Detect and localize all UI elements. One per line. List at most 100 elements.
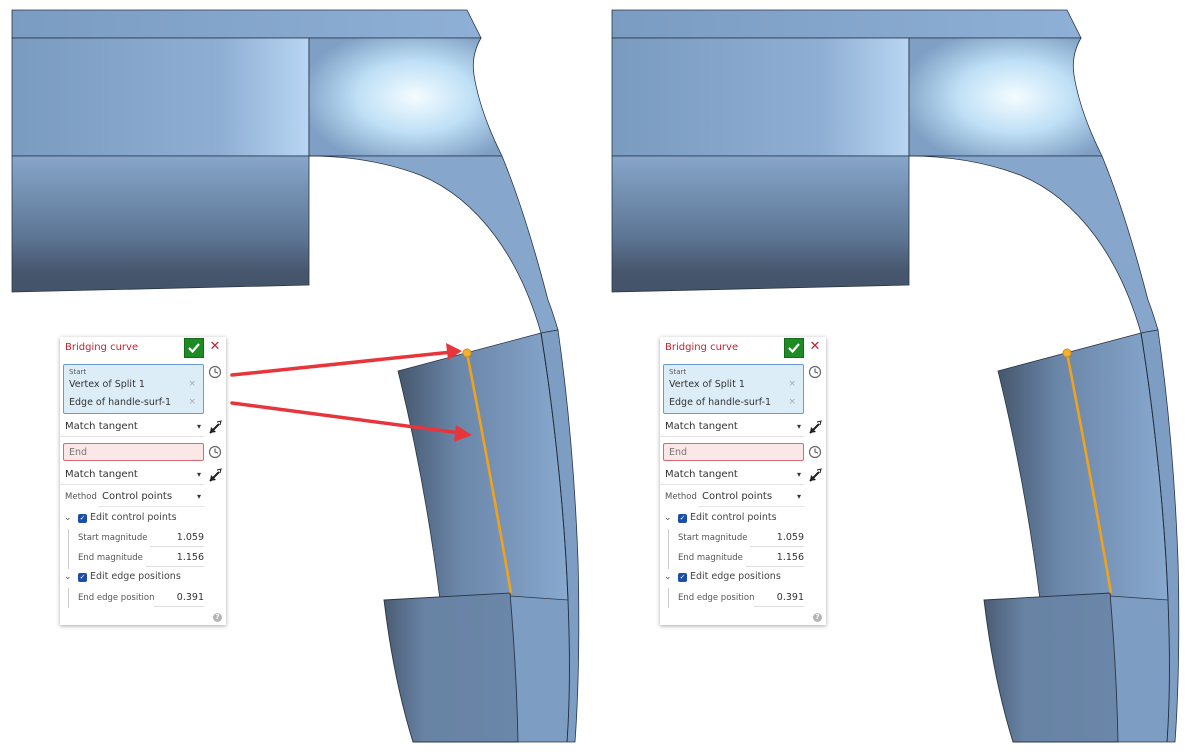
end-edge-position-field[interactable]: End edge position 0.391 — [78, 590, 204, 608]
close-button[interactable]: ✕ — [208, 340, 222, 354]
flip-direction-icon[interactable] — [808, 420, 822, 434]
remove-icon[interactable]: × — [188, 379, 196, 389]
start-item-edge[interactable]: Edge of handle-surf-1 — [669, 397, 771, 408]
start-label: Start — [669, 368, 687, 376]
close-icon: ✕ — [809, 339, 821, 354]
checkmark-icon — [788, 343, 800, 354]
start-condition-dropdown[interactable]: Match tangent ▾ — [60, 417, 205, 437]
clock-icon[interactable] — [208, 445, 222, 459]
confirm-button[interactable] — [184, 338, 204, 358]
edit-control-points-label: Edit control points — [690, 512, 777, 523]
start-selection-box[interactable]: Start Vertex of Split 1 × Edge of handle… — [63, 364, 204, 414]
method-label: Method — [65, 492, 97, 502]
dialog-title: Bridging curve — [665, 342, 739, 353]
top-slab-face — [611, 9, 1082, 39]
flip-direction-icon[interactable] — [808, 468, 822, 482]
help-icon[interactable]: ? — [213, 613, 222, 622]
remove-icon[interactable]: × — [188, 397, 196, 407]
chevron-down-icon: ▾ — [196, 422, 201, 431]
start-magnitude-input[interactable]: 1.059 — [150, 532, 204, 547]
end-magnitude-label: End magnitude — [678, 553, 743, 563]
remove-icon[interactable]: × — [788, 379, 796, 389]
end-magnitude-input[interactable]: 1.156 — [746, 552, 804, 567]
remove-icon[interactable]: × — [788, 397, 796, 407]
foot-face — [383, 592, 519, 743]
foot-face — [983, 592, 1119, 743]
dialog-header: Bridging curve ✕ — [60, 337, 226, 359]
close-icon: ✕ — [209, 339, 221, 354]
start-vertex-marker — [462, 348, 472, 358]
start-condition-value: Match tangent — [665, 421, 738, 432]
lower-block-face — [11, 155, 310, 293]
checkmark-icon — [188, 343, 200, 354]
clock-icon[interactable] — [208, 365, 222, 379]
start-magnitude-field[interactable]: Start magnitude 1.059 — [678, 530, 804, 548]
close-button[interactable]: ✕ — [808, 340, 822, 354]
chevron-down-icon: ▾ — [196, 492, 201, 501]
start-item-edge[interactable]: Edge of handle-surf-1 — [69, 397, 171, 408]
chevron-down-icon: ▾ — [796, 470, 801, 479]
end-condition-dropdown[interactable]: Match tangent ▾ — [60, 465, 205, 485]
flip-direction-icon[interactable] — [208, 468, 222, 482]
confirm-button[interactable] — [784, 338, 804, 358]
end-edge-position-input[interactable]: 0.391 — [754, 592, 804, 607]
end-magnitude-label: End magnitude — [78, 553, 143, 563]
lower-block-face — [611, 155, 910, 293]
start-item-vertex[interactable]: Vertex of Split 1 — [669, 379, 745, 390]
clock-icon[interactable] — [808, 445, 822, 459]
edit-edge-positions-label: Edit edge positions — [690, 571, 781, 582]
chevron-down-icon[interactable]: ⌄ — [664, 572, 672, 582]
edit-edge-positions-checkbox[interactable]: ✓ — [78, 573, 87, 582]
end-placeholder: End — [669, 447, 688, 458]
tree-line — [68, 529, 69, 569]
chevron-down-icon[interactable]: ⌄ — [664, 513, 672, 523]
method-value: Control points — [702, 491, 773, 502]
end-magnitude-field[interactable]: End magnitude 1.156 — [678, 550, 804, 568]
end-magnitude-input[interactable]: 1.156 — [146, 552, 204, 567]
shiny-fillet-face — [908, 37, 1103, 157]
method-dropdown[interactable]: Control points ▾ — [98, 487, 205, 507]
end-selection-box[interactable]: End — [663, 443, 804, 461]
start-magnitude-field[interactable]: Start magnitude 1.059 — [78, 530, 204, 548]
chevron-down-icon[interactable]: ⌄ — [64, 572, 72, 582]
end-edge-position-field[interactable]: End edge position 0.391 — [678, 590, 804, 608]
chevron-down-icon: ▾ — [796, 422, 801, 431]
end-edge-position-label: End edge position — [678, 593, 755, 603]
method-value: Control points — [102, 491, 173, 502]
clock-icon[interactable] — [808, 365, 822, 379]
start-selection-box[interactable]: Start Vertex of Split 1 × Edge of handle… — [663, 364, 804, 414]
handle-arm-face — [308, 155, 559, 334]
edit-control-points-checkbox[interactable]: ✓ — [78, 514, 87, 523]
flip-direction-icon[interactable] — [208, 420, 222, 434]
help-icon[interactable]: ? — [813, 613, 822, 622]
start-magnitude-input[interactable]: 1.059 — [750, 532, 804, 547]
handle-body-face — [997, 332, 1169, 601]
end-condition-value: Match tangent — [665, 469, 738, 480]
upper-block-face — [11, 37, 310, 157]
tree-line — [668, 529, 669, 569]
end-condition-dropdown[interactable]: Match tangent ▾ — [660, 465, 805, 485]
edit-edge-positions-label: Edit edge positions — [90, 571, 181, 582]
viewport-before[interactable]: Bridging curve ✕ Start Vertex of Split 1… — [0, 0, 600, 754]
end-condition-value: Match tangent — [65, 469, 138, 480]
end-selection-box[interactable]: End — [63, 443, 204, 461]
top-slab-face — [11, 9, 482, 39]
dialog-title: Bridging curve — [65, 342, 139, 353]
end-edge-position-input[interactable]: 0.391 — [154, 592, 204, 607]
edit-edge-positions-checkbox[interactable]: ✓ — [678, 573, 687, 582]
viewport-after[interactable]: Bridging curve ✕ Start Vertex of Split 1… — [600, 0, 1200, 754]
chevron-down-icon[interactable]: ⌄ — [64, 513, 72, 523]
start-condition-dropdown[interactable]: Match tangent ▾ — [660, 417, 805, 437]
edit-control-points-label: Edit control points — [90, 512, 177, 523]
method-dropdown[interactable]: Control points ▾ — [698, 487, 805, 507]
start-magnitude-label: Start magnitude — [678, 533, 748, 543]
upper-block-face — [611, 37, 910, 157]
edit-control-points-checkbox[interactable]: ✓ — [678, 514, 687, 523]
bridging-curve-dialog: Bridging curve ✕ Start Vertex of Split 1… — [60, 337, 226, 625]
chevron-down-icon: ▾ — [796, 492, 801, 501]
start-item-vertex[interactable]: Vertex of Split 1 — [69, 379, 145, 390]
tree-line — [68, 588, 69, 608]
dialog-header: Bridging curve ✕ — [660, 337, 826, 359]
end-magnitude-field[interactable]: End magnitude 1.156 — [78, 550, 204, 568]
shiny-fillet-face — [308, 37, 503, 157]
